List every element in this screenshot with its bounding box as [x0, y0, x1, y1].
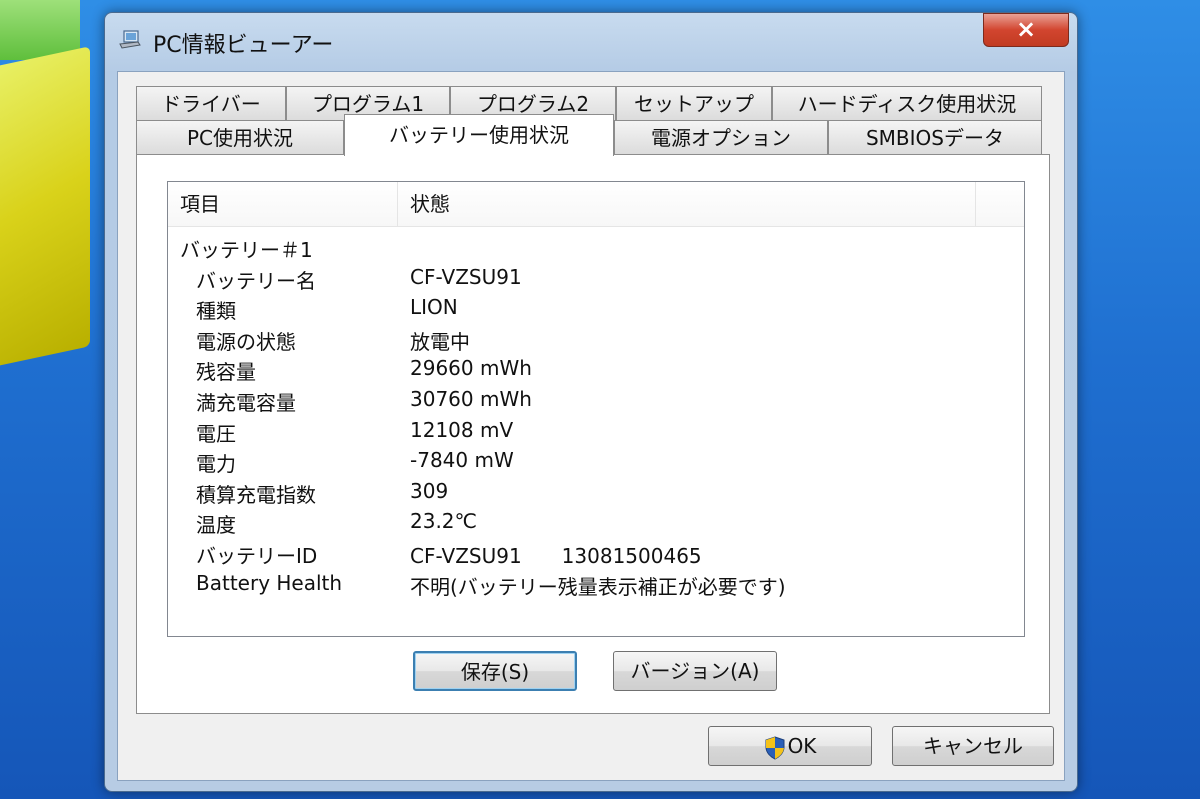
item-value: 29660 mWh: [410, 356, 532, 381]
battery-usage-panel: 項目 状態 バッテリー＃1 バッテリー名 CF-VZSU91 種類 LION 電…: [136, 154, 1050, 714]
pc-info-viewer-window: PC情報ビューアー × ドライバー プログラム1 プログラム2 セットアップ ハ…: [104, 12, 1078, 792]
tab-hard-disk-usage[interactable]: ハードディスク使用状況: [772, 86, 1042, 120]
list-item[interactable]: バッテリーID CF-VZSU91 13081500465: [168, 540, 1024, 571]
laptop-icon: [119, 30, 141, 49]
list-item-group[interactable]: バッテリー＃1: [168, 234, 1024, 265]
wallpaper-shape: [0, 46, 90, 374]
list-item[interactable]: 温度 23.2℃: [168, 509, 1024, 540]
item-value: -7840 mW: [410, 448, 514, 473]
battery-info-list[interactable]: 項目 状態 バッテリー＃1 バッテリー名 CF-VZSU91 種類 LION 電…: [167, 181, 1025, 637]
tab-smbios-data[interactable]: SMBIOSデータ: [828, 120, 1042, 154]
item-value: LION: [410, 295, 458, 320]
item-value: CF-VZSU91 13081500465: [410, 543, 702, 568]
tab-battery-usage[interactable]: バッテリー使用状況: [344, 114, 614, 156]
save-button[interactable]: 保存(S): [413, 651, 577, 691]
tab-power-options[interactable]: 電源オプション: [614, 120, 828, 154]
list-item[interactable]: 満充電容量 30760 mWh: [168, 387, 1024, 418]
list-item[interactable]: バッテリー名 CF-VZSU91: [168, 265, 1024, 296]
item-value: 不明(バッテリー残量表示補正が必要です): [410, 574, 786, 599]
uac-shield-icon: [765, 735, 785, 760]
list-item[interactable]: 電源の状態 放電中: [168, 326, 1024, 357]
list-item[interactable]: 電圧 12108 mV: [168, 418, 1024, 449]
group-label: バッテリー＃1: [180, 238, 313, 262]
cancel-button[interactable]: キャンセル: [892, 726, 1054, 766]
tab-drivers[interactable]: ドライバー: [136, 86, 286, 120]
tab-pc-usage[interactable]: PC使用状況: [136, 120, 344, 154]
item-label: Battery Health: [196, 570, 343, 595]
item-label: バッテリー名: [196, 268, 316, 293]
item-label: 電圧: [196, 421, 236, 446]
tab-setup[interactable]: セットアップ: [616, 86, 772, 120]
item-value: 12108 mV: [410, 417, 514, 442]
item-value: 放電中: [410, 329, 470, 354]
list-item[interactable]: 種類 LION: [168, 295, 1024, 326]
item-value: 309: [410, 478, 449, 503]
column-header-filler: [976, 182, 1024, 226]
tab-row-front: PC使用状況 バッテリー使用状況 電源オプション SMBIOSデータ: [136, 114, 1042, 156]
column-header-item[interactable]: 項目: [168, 182, 398, 226]
list-item[interactable]: 残容量 29660 mWh: [168, 356, 1024, 387]
list-item[interactable]: 積算充電指数 309: [168, 479, 1024, 510]
dialog-client-area: ドライバー プログラム1 プログラム2 セットアップ ハードディスク使用状況 P…: [117, 71, 1065, 781]
ok-button[interactable]: OK: [708, 726, 872, 766]
item-label: 満充電容量: [196, 390, 296, 415]
close-button[interactable]: ×: [983, 13, 1069, 47]
item-value: 30760 mWh: [410, 386, 532, 411]
window-title: PC情報ビューアー: [153, 33, 334, 58]
version-button[interactable]: バージョン(A): [613, 651, 777, 691]
item-label: バッテリーID: [196, 543, 318, 568]
title-bar[interactable]: PC情報ビューアー ×: [105, 13, 1077, 63]
item-label: 積算充電指数: [196, 482, 316, 507]
list-item[interactable]: 電力 -7840 mW: [168, 448, 1024, 479]
item-label: 温度: [196, 513, 236, 538]
item-label: 残容量: [196, 360, 256, 385]
item-label: 電源の状態: [196, 329, 296, 354]
item-value: CF-VZSU91: [410, 264, 522, 289]
item-value: 23.2℃: [410, 509, 477, 534]
list-body: バッテリー＃1 バッテリー名 CF-VZSU91 種類 LION 電源の状態 放…: [168, 234, 1024, 601]
list-header: 項目 状態: [168, 182, 1024, 227]
column-header-status[interactable]: 状態: [398, 182, 976, 226]
ok-label: OK: [787, 734, 817, 758]
list-item[interactable]: Battery Health 不明(バッテリー残量表示補正が必要です): [168, 571, 1024, 602]
item-label: 電力: [196, 452, 236, 477]
item-label: 種類: [196, 299, 236, 324]
